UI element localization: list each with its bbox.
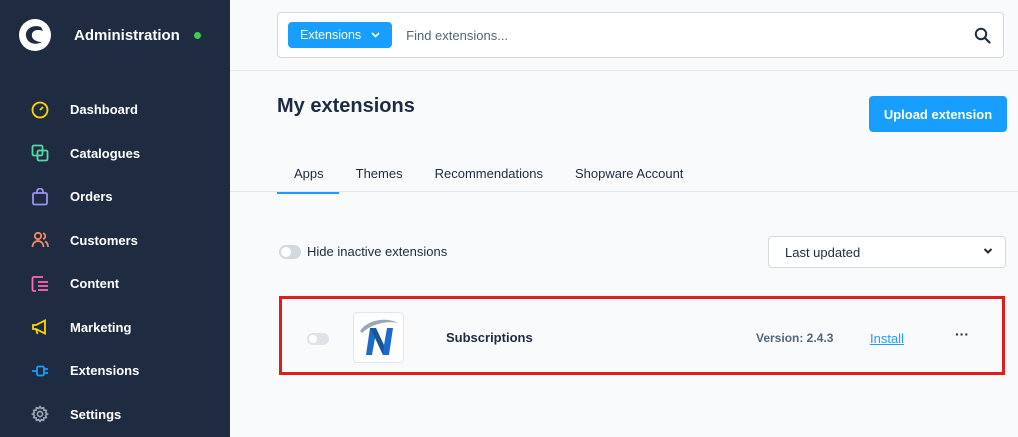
megaphone-icon: [30, 317, 50, 337]
sidebar-item-label: Customers: [70, 232, 138, 248]
sidebar-item-label: Dashboard: [70, 102, 138, 118]
sidebar: Administration Dashboard Catalogues Orde…: [0, 0, 230, 437]
tab-shopware-account[interactable]: Shopware Account: [575, 166, 683, 192]
dashboard-gauge-icon: [30, 100, 50, 120]
tabs-divider: [230, 191, 1018, 192]
sidebar-item-customers[interactable]: Customers: [0, 219, 230, 263]
global-search-bar: Extensions: [277, 12, 1004, 58]
online-status-dot: [193, 31, 201, 39]
sidebar-item-orders[interactable]: Orders: [0, 175, 230, 219]
header-divider: [230, 70, 1018, 71]
more-options-button[interactable]: ···: [952, 326, 972, 346]
sidebar-item-catalogues[interactable]: Catalogues: [0, 132, 230, 176]
search-input[interactable]: [406, 27, 947, 43]
sidebar-item-settings[interactable]: Settings: [0, 393, 230, 437]
catalogue-icon: [30, 143, 50, 163]
toggle-switch[interactable]: [279, 244, 301, 259]
extension-list-item: Subscriptions Version: 2.4.3 Install ···: [279, 296, 1005, 375]
sort-select-value: Last updated: [785, 244, 861, 260]
gear-icon: [30, 404, 50, 424]
sidebar-item-label: Settings: [70, 406, 122, 422]
tab-apps[interactable]: Apps: [277, 166, 339, 194]
hide-inactive-label: Hide inactive extensions: [307, 244, 448, 259]
sidebar-item-label: Orders: [70, 189, 113, 205]
extension-name: Subscriptions: [446, 330, 533, 345]
sidebar-item-content[interactable]: Content: [0, 262, 230, 306]
shopware-logo-icon[interactable]: [18, 18, 52, 52]
sidebar-item-label: Marketing: [70, 319, 132, 335]
search-icon[interactable]: [974, 27, 991, 44]
extension-active-toggle[interactable]: [307, 333, 329, 345]
sidebar-item-label: Content: [70, 276, 120, 292]
page-title: My extensions: [277, 95, 415, 117]
sidebar-item-marketing[interactable]: Marketing: [0, 306, 230, 350]
chevron-down-icon: [371, 30, 380, 41]
hide-inactive-toggle[interactable]: Hide inactive extensions: [279, 244, 447, 259]
search-type-label: Extensions: [300, 28, 362, 42]
users-icon: [30, 230, 50, 250]
extension-logo-icon: [353, 312, 404, 363]
search-type-dropdown[interactable]: Extensions: [288, 22, 393, 48]
upload-extension-button[interactable]: Upload extension: [869, 96, 1007, 132]
tab-bar: Apps Themes Recommendations Shopware Acc…: [277, 166, 715, 194]
content-list-icon: [30, 274, 50, 294]
sidebar-item-extensions[interactable]: Extensions: [0, 349, 230, 393]
plug-icon: [30, 361, 50, 381]
install-link[interactable]: Install: [870, 331, 904, 346]
sidebar-item-label: Catalogues: [70, 145, 141, 161]
extension-version: Version: 2.4.3: [756, 331, 834, 345]
sidebar-title: Administration: [74, 26, 180, 44]
tab-themes[interactable]: Themes: [356, 166, 403, 192]
sidebar-item-label: Extensions: [70, 363, 140, 379]
shopping-bag-icon: [30, 187, 50, 207]
sidebar-nav: Dashboard Catalogues Orders Customers Co…: [0, 88, 230, 436]
sidebar-header: Administration: [0, 0, 230, 70]
chevron-down-icon: [983, 248, 993, 254]
sidebar-item-dashboard[interactable]: Dashboard: [0, 88, 230, 132]
sort-select[interactable]: Last updated: [768, 236, 1006, 268]
tab-recommendations[interactable]: Recommendations: [435, 166, 543, 192]
